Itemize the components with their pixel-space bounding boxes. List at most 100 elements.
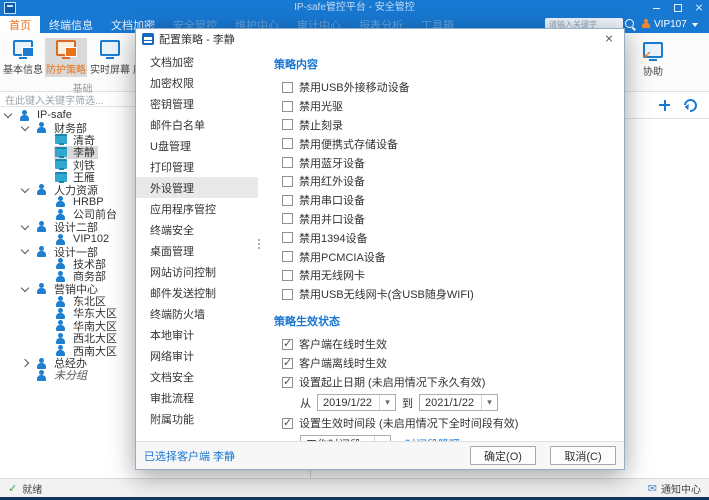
policy-category-menu: 文档加密 加密权限 密钥管理 邮件白名单 U盘管理 打印管理 外设管理 应用程序… — [136, 49, 258, 441]
menu-desktop-management[interactable]: 桌面管理 — [136, 240, 258, 261]
minimize-button[interactable] — [646, 0, 667, 16]
menu-terminal-firewall[interactable]: 终端防火墙 — [136, 303, 258, 324]
checkbox-disable-wifi-card[interactable]: 禁用无线网卡 — [274, 266, 624, 285]
checkbox-offline-effective[interactable]: 客户端离线时生效 — [274, 354, 624, 373]
ready-check-icon: ✓ — [8, 482, 17, 495]
checkbox-disable-parallel-port[interactable]: 禁用并口设备 — [274, 210, 624, 229]
app-icon — [4, 2, 16, 14]
selected-client-text: 已选择客户端 李静 — [144, 448, 235, 464]
tab-home[interactable]: 首页 — [0, 16, 40, 33]
notification-label: 通知中心 — [661, 481, 701, 496]
group-icon — [55, 271, 68, 282]
group-icon — [55, 333, 68, 344]
checkbox-disable-pcmcia[interactable]: 禁用PCMCIA设备 — [274, 247, 624, 266]
checkbox-icon — [282, 157, 293, 168]
group-icon — [55, 308, 68, 319]
checkbox-icon — [282, 82, 293, 93]
checkbox-disable-usb-mobile[interactable]: 禁用USB外接移动设备 — [274, 78, 624, 97]
assist-icon: ↙ — [641, 42, 665, 61]
menu-website-control[interactable]: 网站访问控制 — [136, 261, 258, 282]
group-icon — [36, 221, 49, 232]
checkbox-icon — [282, 289, 293, 300]
section-policy-status: 策略生效状态 — [274, 313, 624, 329]
menu-peripheral-management[interactable]: 外设管理 — [136, 177, 258, 198]
group-icon — [19, 110, 32, 121]
app-window: IP-safe管控平台 - 安全管控 首页 终端信息 文档加密 安全管控 维护中… — [0, 0, 709, 500]
group-icon — [55, 234, 68, 245]
checkbox-icon — [282, 101, 293, 112]
checkbox-disable-portable-storage[interactable]: 禁用便携式存储设备 — [274, 134, 624, 153]
menu-doc-security[interactable]: 文档安全 — [136, 366, 258, 387]
menu-key-management[interactable]: 密钥管理 — [136, 93, 258, 114]
splitter-handle[interactable] — [258, 239, 260, 241]
group-icon — [36, 184, 49, 195]
section-policy-content: 策略内容 — [274, 56, 624, 72]
group-icon — [55, 320, 68, 331]
terminal-icon — [55, 134, 68, 145]
checkbox-online-effective[interactable]: 客户端在线时生效 — [274, 335, 624, 354]
checkbox-disable-serial-port[interactable]: 禁用串口设备 — [274, 191, 624, 210]
menu-usb-management[interactable]: U盘管理 — [136, 135, 258, 156]
chevron-down-icon — [21, 221, 29, 229]
policy-content-pane: 策略内容 禁用USB外接移动设备 禁用光驱 禁止刻录 禁用便携式存储设备 禁用蓝… — [258, 49, 624, 441]
maximize-button[interactable] — [667, 0, 688, 16]
group-icon — [36, 122, 49, 133]
basic-info-button[interactable]: 基本信息 — [2, 38, 44, 77]
checkbox-checked-icon — [282, 358, 293, 369]
status-ready-text: 就绪 — [22, 481, 42, 496]
search-icon[interactable] — [625, 19, 634, 28]
close-button[interactable] — [688, 0, 709, 16]
refresh-icon[interactable] — [681, 96, 699, 114]
menu-doc-encrypt[interactable]: 文档加密 — [136, 51, 258, 72]
checkbox-disable-usb-wifi[interactable]: 禁用USB无线网卡(含USB随身WIFI) — [274, 285, 624, 304]
checkbox-icon — [282, 138, 293, 149]
checkbox-disable-infrared[interactable]: 禁用红外设备 — [274, 172, 624, 191]
title-bar: IP-safe管控平台 - 安全管控 — [0, 0, 709, 16]
policy-config-dialog: 配置策略 - 李静 文档加密 加密权限 密钥管理 邮件白名单 U盘管理 打印管理… — [135, 28, 625, 470]
terminal-icon — [55, 159, 68, 170]
date-to-picker[interactable]: 2021/1/22 — [419, 394, 498, 411]
remote-assist-button[interactable]: ↙ 协助 — [633, 40, 673, 78]
checkbox-date-range[interactable]: 设置起止日期 (未启用情况下永久有效) — [274, 373, 624, 392]
menu-local-audit[interactable]: 本地审计 — [136, 324, 258, 345]
menu-mail-whitelist[interactable]: 邮件白名单 — [136, 114, 258, 135]
user-menu[interactable]: VIP107 — [654, 16, 687, 33]
menu-network-audit[interactable]: 网络审计 — [136, 345, 258, 366]
dialog-title: 配置策略 - 李静 — [159, 31, 235, 47]
checkbox-checked-icon — [282, 377, 293, 388]
menu-terminal-security[interactable]: 终端安全 — [136, 219, 258, 240]
checkbox-time-period[interactable]: 设置生效时间段 (未启用情况下全时间段有效) — [274, 414, 624, 433]
group-icon — [55, 258, 68, 269]
chevron-down-icon — [21, 246, 29, 254]
ok-button[interactable]: 确定(O) — [470, 446, 536, 465]
date-from-picker[interactable]: 2019/1/22 — [317, 394, 396, 411]
checkbox-disable-cdrom[interactable]: 禁用光驱 — [274, 97, 624, 116]
checkbox-disable-bluetooth[interactable]: 禁用蓝牙设备 — [274, 153, 624, 172]
group-icon — [55, 345, 68, 356]
checkbox-icon — [282, 270, 293, 281]
add-icon[interactable] — [659, 100, 670, 111]
realtime-screen-button[interactable]: 实时屏幕 — [89, 38, 131, 77]
checkbox-icon — [282, 119, 293, 130]
minimize-icon — [653, 8, 660, 9]
notification-center[interactable]: ✉ 通知中心 — [648, 481, 701, 496]
menu-extra-functions[interactable]: 附属功能 — [136, 408, 258, 429]
protection-policy-button[interactable]: 防护策略 — [45, 38, 87, 77]
menu-mail-send-control[interactable]: 邮件发送控制 — [136, 282, 258, 303]
checkbox-disable-1394[interactable]: 禁用1394设备 — [274, 228, 624, 247]
chevron-down-icon — [692, 23, 698, 27]
tab-terminal-info[interactable]: 终端信息 — [40, 16, 102, 33]
menu-app-control[interactable]: 应用程序管控 — [136, 198, 258, 219]
group-icon — [55, 296, 68, 307]
group-icon — [36, 283, 49, 294]
menu-approval-flow[interactable]: 审批流程 — [136, 387, 258, 408]
checkbox-forbid-burning[interactable]: 禁止刻录 — [274, 116, 624, 135]
menu-encrypt-permission[interactable]: 加密权限 — [136, 72, 258, 93]
cancel-button[interactable]: 取消(C) — [550, 446, 616, 465]
maximize-icon — [674, 4, 682, 12]
menu-print-management[interactable]: 打印管理 — [136, 156, 258, 177]
screen-icon — [98, 40, 122, 59]
terminal-icon — [55, 172, 68, 183]
dialog-close-button[interactable] — [600, 31, 618, 47]
terminal-icon — [55, 147, 68, 158]
